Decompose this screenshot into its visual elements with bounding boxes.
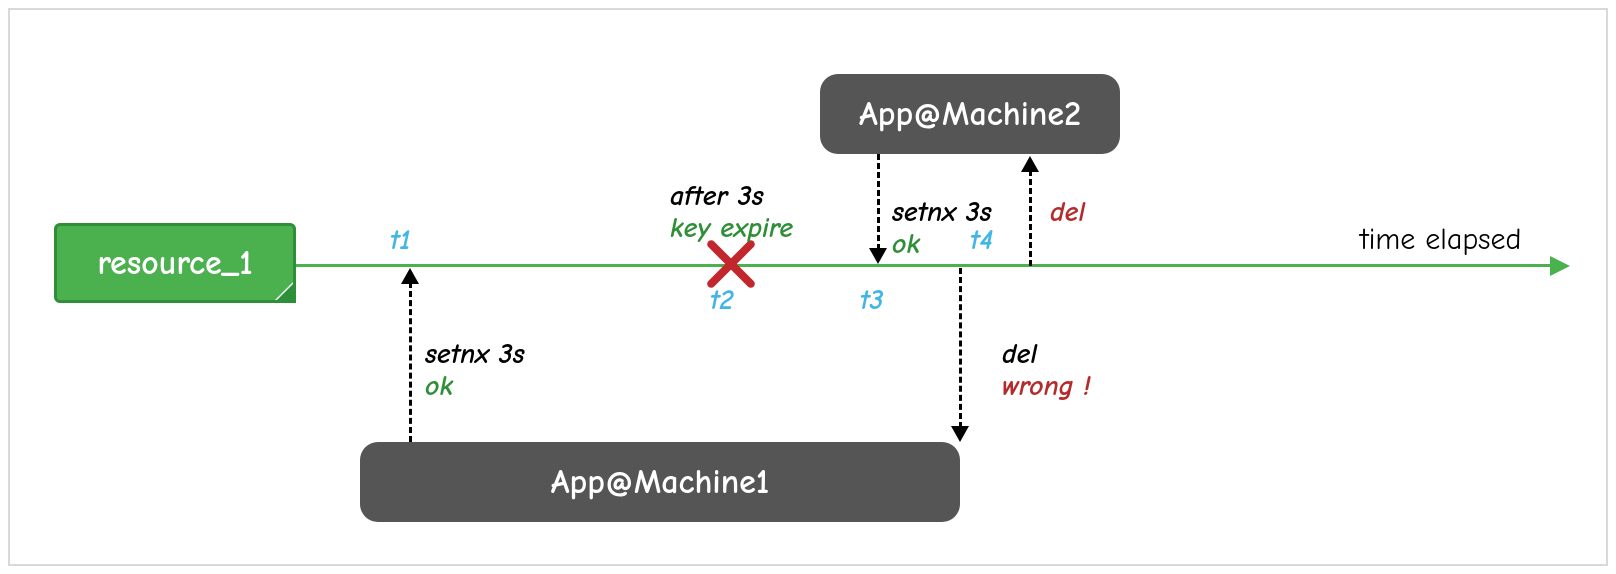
diagram-frame: resource_1 time elapsed App@Machine1 App… (8, 8, 1608, 566)
machine1-box: App@Machine1 (360, 442, 960, 522)
resource-box: resource_1 (54, 223, 296, 303)
m1-del-cmd: del (1002, 338, 1037, 370)
m1-del-arrow-line (959, 268, 962, 428)
t4-label: t4 (970, 224, 993, 256)
m2-setnx-arrowhead-icon (869, 248, 887, 264)
m2-del-arrowhead-icon (1021, 156, 1039, 172)
m2-setnx-ok: ok (892, 228, 920, 260)
t2-label: t2 (710, 284, 734, 316)
m1-setnx-cmd: setnx 3s (425, 338, 525, 370)
t1-label: t1 (390, 224, 411, 256)
m1-del-arrowhead-icon (951, 426, 969, 442)
m1-setnx-arrow-line (409, 282, 412, 442)
timeline-arrowhead-icon (1550, 256, 1570, 276)
m1-del-wrong: wrong ! (1002, 370, 1091, 402)
machine2-box: App@Machine2 (820, 74, 1120, 154)
axis-label: time elapsed (1360, 222, 1521, 257)
m1-setnx-ok: ok (425, 370, 453, 402)
m2-del-arrow-line (1029, 170, 1032, 266)
timeline-axis (296, 264, 1556, 267)
m1-setnx-arrowhead-icon (401, 268, 419, 284)
machine1-label: App@Machine1 (551, 462, 769, 502)
expire-after: after 3s (670, 180, 764, 212)
resource-label: resource_1 (97, 243, 252, 283)
m2-setnx-arrow-line (877, 154, 880, 250)
dog-ear-icon (275, 282, 293, 300)
t3-label: t3 (860, 284, 883, 316)
expire-key: key expire (670, 212, 793, 244)
machine2-label: App@Machine2 (859, 94, 1081, 134)
m2-del-cmd: del (1050, 196, 1085, 228)
